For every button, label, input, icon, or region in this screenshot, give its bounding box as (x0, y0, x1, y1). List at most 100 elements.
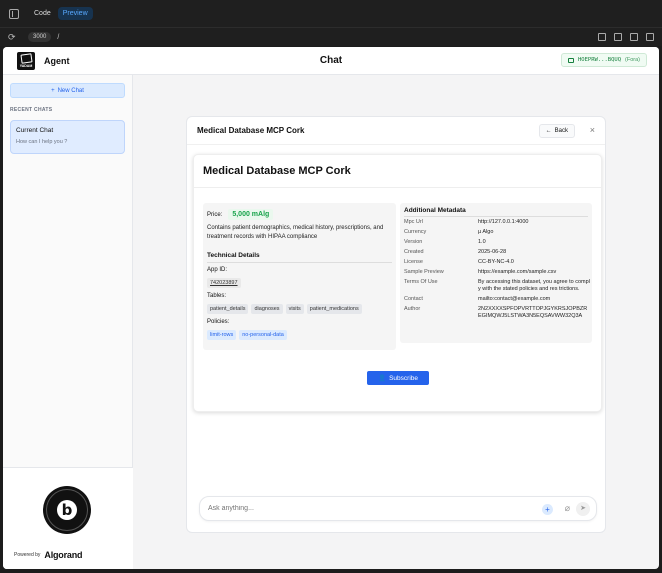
tables-label: Tables: (207, 293, 227, 299)
app-id-link[interactable]: 742023897 (207, 278, 241, 288)
subscribe-label: Subscribe (389, 374, 418, 382)
app-header: YADAM Agent Chat HOEPRW...BQUQ (Fora) (3, 47, 659, 75)
powered-by: Powered by Algorand (14, 550, 83, 560)
sidebar-footer: b Powered by Algorand (3, 467, 133, 569)
metadata-value: mailto:contact@example.com (478, 296, 551, 302)
url-path[interactable]: / (57, 34, 59, 41)
chat-composer: + ⌀ ➤ (199, 496, 597, 521)
algorand-logo: Algorand (44, 550, 83, 560)
powered-by-label: Powered by (14, 552, 41, 558)
reload-icon[interactable]: ⟳ (8, 32, 20, 43)
app-window: YADAM Agent Chat HOEPRW...BQUQ (Fora) + … (3, 47, 659, 569)
chat-item-title: Current Chat (16, 127, 54, 134)
tables-list: patient_details diagnoses visits patient… (207, 304, 362, 314)
metadata-key: Contact (404, 296, 423, 302)
close-icon[interactable]: × (590, 125, 595, 135)
metadata-row: Currency µ Algo (404, 229, 590, 236)
description: Contains patient demographics, medical h… (207, 225, 384, 240)
network-label: (Fora) (625, 57, 640, 63)
wallet-icon (567, 57, 574, 63)
logo: YADAM (17, 51, 35, 70)
policies-label: Policies: (207, 319, 230, 325)
bolt-badge-icon[interactable]: b (43, 486, 91, 534)
card-title: Medical Database MCP Cork (203, 165, 351, 177)
tab-code[interactable]: Code (29, 7, 56, 20)
metadata-row: Created 2025-06-28 (404, 249, 590, 256)
summary-section: Price: 5,000 mAlg Contains patient demog… (203, 203, 396, 350)
chat-item-subtitle: How can I help you ? (16, 139, 68, 145)
user-icon: 👤 (378, 375, 387, 382)
agent-title: Agent (44, 55, 70, 66)
metadata-key: Sample Preview (404, 269, 444, 275)
paperclip-icon[interactable]: ⌀ (565, 503, 570, 514)
metadata-value: http://127.0.0.1:4000 (478, 219, 529, 225)
plus-icon: + (51, 87, 55, 94)
price-badge: 5,000 mAlg (228, 209, 274, 220)
subscribe-button[interactable]: 👤 Subscribe (367, 371, 429, 385)
metadata-value: 1.0 (478, 239, 486, 245)
metadata-row: License CC-BY-NC-4.0 (404, 259, 590, 266)
table-chip: visits (285, 304, 304, 314)
metadata-heading: Additional Metadata (404, 207, 466, 214)
metadata-row: Version 1.0 (404, 239, 590, 246)
devices-icon[interactable] (614, 33, 622, 41)
metadata-value: https://example.com/sample.csv (478, 269, 557, 275)
sidebar-toggle-icon[interactable] (9, 8, 19, 19)
dataset-detail-panel: Medical Database MCP Cork ← Back × Medic… (186, 116, 606, 533)
app-id-label: App ID: (207, 267, 228, 273)
metadata-list: Mpc Url http://127.0.0.1:4000 Currency µ A… (404, 219, 590, 323)
port-badge[interactable]: 3000 (28, 32, 52, 42)
metadata-key: Terms Of Use (404, 279, 438, 285)
logo-text: YADAM (19, 63, 33, 68)
metadata-row: Terms Of Use By accessing this dataset, y… (404, 279, 590, 293)
technical-details-heading: Technical Details (207, 252, 260, 259)
fullscreen-icon[interactable] (646, 33, 654, 41)
tab-preview[interactable]: Preview (57, 7, 93, 20)
metadata-row: Author 2N2XXXXSPFOPVRTTOPJGYKRSJOPBZREGIM… (404, 306, 590, 320)
metadata-key: License (404, 259, 423, 265)
price-label: Price: (207, 211, 223, 218)
back-label: Back (554, 128, 568, 134)
divider (194, 187, 601, 188)
table-chip: diagnoses (251, 304, 283, 314)
inspect-icon[interactable] (630, 33, 638, 41)
table-chip: patient_medications (306, 304, 362, 314)
new-chat-label: New Chat (57, 87, 84, 94)
open-external-icon[interactable] (598, 33, 606, 41)
metadata-section: Additional Metadata Mpc Url http://127.0.… (400, 203, 592, 343)
metadata-value: By accessing this dataset, you agree to … (478, 279, 590, 292)
wallet-address-button[interactable]: HOEPRW...BQUQ (Fora) (560, 53, 647, 67)
wallet-address: HOEPRW...BQUQ (577, 57, 622, 63)
metadata-key: Created (404, 249, 424, 255)
metadata-key: Mpc Url (404, 219, 423, 225)
browser-toolbar: Code Preview (0, 0, 662, 27)
policy-chip: no-personal-data (239, 330, 287, 340)
price-row: Price: 5,000 mAlg (207, 209, 274, 220)
logo-icon (19, 52, 33, 64)
divider (404, 216, 588, 217)
back-button[interactable]: ← Back (538, 124, 575, 138)
metadata-value: µ Algo (478, 229, 494, 235)
dataset-card: Medical Database MCP Cork Price: 5,000 m… (193, 154, 602, 412)
metadata-row: Mpc Url http://127.0.0.1:4000 (404, 219, 590, 226)
plus-icon[interactable]: + (542, 504, 553, 515)
metadata-value: CC-BY-NC-4.0 (478, 259, 514, 265)
metadata-row: Contact mailto:contact@example.com (404, 296, 590, 303)
panel-header: Medical Database MCP Cork ← Back × (187, 117, 605, 145)
metadata-value: 2025-06-28 (478, 249, 507, 255)
chat-list-item[interactable]: Current Chat How can I help you ? (10, 120, 125, 154)
divider (207, 262, 392, 263)
url-bar: ⟳ 3000 / (0, 27, 662, 46)
metadata-value: 2N2XXXXSPFOPVRTTOPJGYKRSJOPBZREGIMQWJ5LS… (478, 306, 588, 319)
arrow-left-icon: ← (545, 128, 552, 134)
metadata-key: Author (404, 306, 421, 312)
chat-input[interactable] (208, 505, 528, 512)
metadata-key: Currency (404, 229, 427, 235)
badge-ring (46, 489, 88, 531)
table-chip: patient_details (207, 304, 249, 314)
new-chat-button[interactable]: + New Chat (10, 83, 125, 98)
metadata-key: Version (404, 239, 423, 245)
send-icon[interactable]: ➤ (576, 502, 590, 516)
sidebar: + New Chat RECENT CHATS Current Chat How… (3, 75, 133, 569)
recent-chats-heading: RECENT CHATS (10, 107, 53, 113)
